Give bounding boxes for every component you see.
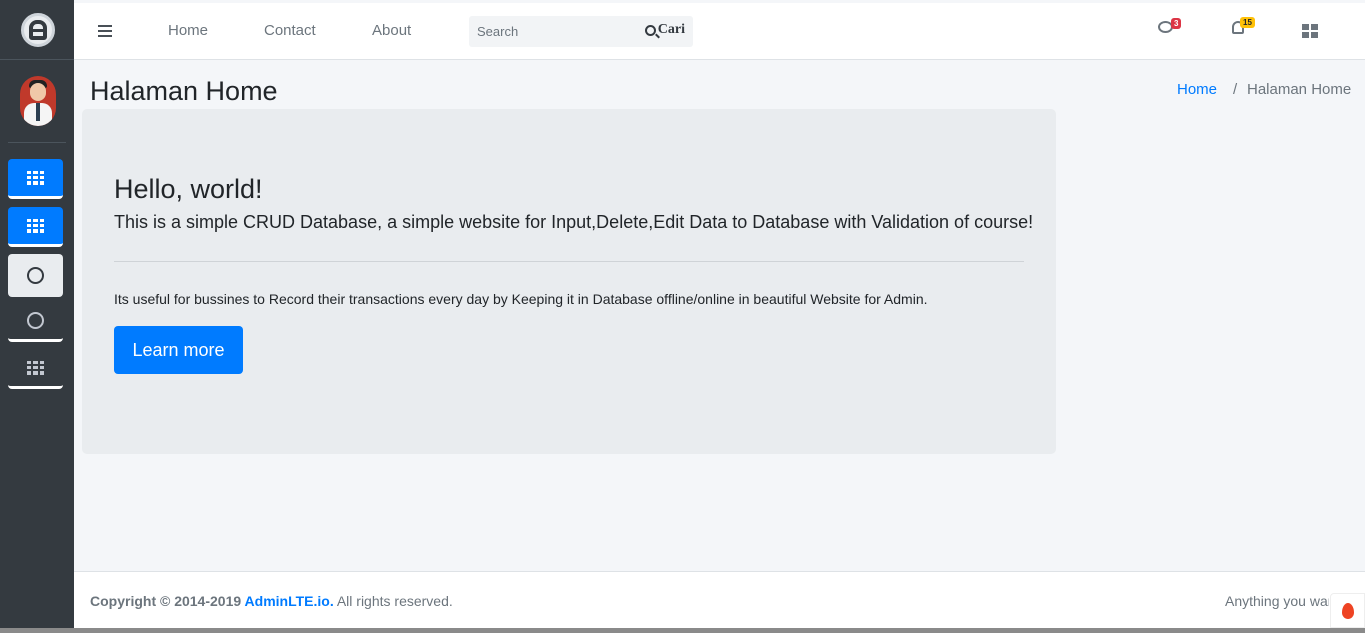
search-form: Cari (469, 16, 693, 47)
sidebar-item-4[interactable] (8, 302, 63, 342)
adminlte-link[interactable]: AdminLTE.io. (245, 593, 334, 609)
messages-badge: 3 (1171, 18, 1182, 29)
search-button-label: Cari (657, 22, 685, 37)
jumbotron-lead: This is a simple CRUD Database, a simple… (114, 212, 1034, 232)
top-navbar: Home Contact About Cari 3 15 (74, 3, 1365, 60)
breadcrumb-home[interactable]: Home (1177, 81, 1217, 98)
grid-icon (26, 170, 45, 185)
adminlte-logo-icon (21, 13, 55, 47)
rights-text: All rights reserved. (333, 593, 453, 609)
sidebar-item-5[interactable] (8, 349, 63, 389)
circle-icon (27, 267, 44, 284)
breadcrumb-current: Halaman Home (1247, 81, 1352, 98)
jumbotron-title: Hello, world! (114, 174, 263, 204)
taskbar-strip (0, 628, 1365, 633)
breadcrumb-separator: / (1233, 81, 1238, 98)
main-sidebar (0, 0, 74, 633)
menu-toggle-icon[interactable] (98, 25, 112, 37)
user-avatar[interactable] (20, 76, 56, 126)
search-button[interactable]: Cari (644, 22, 685, 38)
copyright-text: Copyright © 2014-2019 AdminLTE.io. All r… (90, 593, 453, 609)
jumbotron: Hello, world! This is a simple CRUD Data… (82, 109, 1056, 454)
apps-button[interactable] (1302, 24, 1318, 38)
nav-link-home[interactable]: Home (168, 22, 208, 39)
flame-icon (1341, 602, 1354, 619)
page-title: Halaman Home (90, 76, 278, 106)
sidebar-divider (8, 142, 66, 143)
search-icon (644, 24, 656, 36)
codeigniter-toolbar-button[interactable] (1330, 593, 1365, 628)
sidebar-item-2[interactable] (8, 207, 63, 247)
notifications-badge: 15 (1240, 17, 1255, 28)
footer-right-text: Anything you want (1225, 593, 1329, 609)
nav-link-contact[interactable]: Contact (264, 22, 316, 39)
grid-icon (26, 360, 45, 375)
sidebar-item-3[interactable] (8, 254, 63, 297)
learn-more-button[interactable]: Learn more (114, 326, 243, 374)
copyright-prefix: Copyright © 2014-2019 (90, 593, 245, 609)
th-large-icon (1302, 24, 1318, 38)
search-input[interactable] (469, 16, 634, 47)
sidebar-item-1[interactable] (8, 159, 63, 199)
nav-link-about[interactable]: About (372, 22, 411, 39)
jumbotron-text: Its useful for bussines to Record their … (114, 291, 928, 307)
main-footer: Copyright © 2014-2019 AdminLTE.io. All r… (74, 571, 1365, 628)
grid-icon (26, 218, 45, 233)
notifications-dropdown[interactable]: 15 (1232, 17, 1255, 34)
jumbotron-divider (114, 261, 1024, 262)
circle-icon (27, 312, 44, 329)
messages-dropdown[interactable]: 3 (1158, 18, 1182, 33)
brand-link[interactable] (0, 0, 74, 60)
